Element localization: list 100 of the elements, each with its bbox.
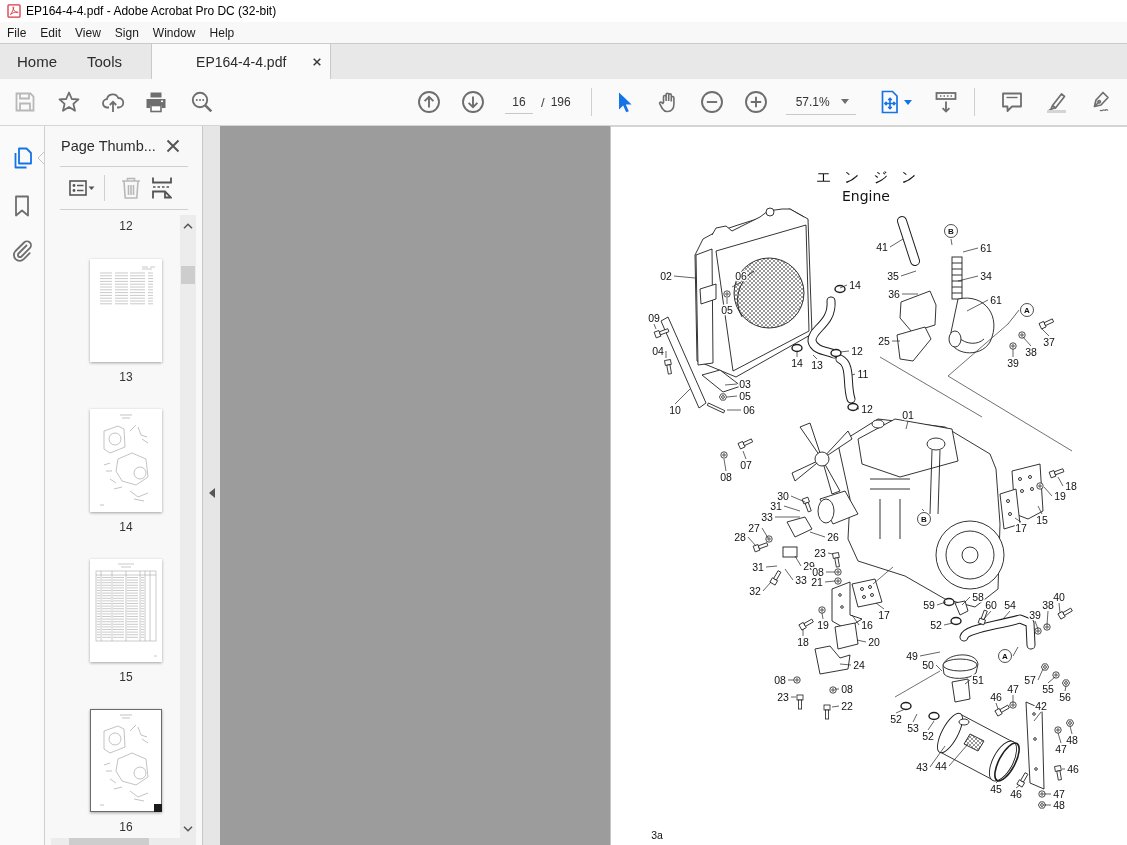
leader-line <box>1012 348 1014 358</box>
leader-line <box>831 705 840 708</box>
menu-item[interactable]: View <box>68 25 108 40</box>
scrollbar-thumb[interactable] <box>181 266 195 284</box>
part-number: 22 <box>841 700 853 712</box>
previous-page-icon[interactable] <box>417 90 441 114</box>
leader-line <box>790 495 806 503</box>
bolt <box>1016 772 1029 788</box>
page-number-field[interactable]: 16 <box>505 90 533 114</box>
leader-line <box>995 702 999 710</box>
leader-line <box>1002 610 1011 620</box>
leader-line <box>1057 732 1062 744</box>
hose-clamp <box>950 616 962 626</box>
alternator <box>817 490 859 525</box>
part-number: 55 <box>1042 683 1054 695</box>
print-icon[interactable] <box>144 90 168 114</box>
comment-icon[interactable] <box>999 90 1024 114</box>
close-icon[interactable] <box>313 57 322 66</box>
collapse-icon[interactable] <box>208 487 215 498</box>
part-number: 09 <box>648 312 660 324</box>
page-thumbnail[interactable] <box>90 559 162 662</box>
part-number: 47 <box>1007 683 1019 695</box>
leader-line <box>921 508 925 512</box>
part-number: 57 <box>1024 674 1036 686</box>
part-number: 49 <box>906 650 918 662</box>
zoom-out-icon[interactable] <box>699 90 724 114</box>
hose <box>951 678 971 703</box>
horizontal-scrollbar[interactable] <box>51 838 196 845</box>
part-number: 52 <box>890 713 902 725</box>
page-thumbnail[interactable] <box>90 259 162 362</box>
part-number: 18 <box>1065 480 1077 492</box>
part-number: 42 <box>1035 700 1047 712</box>
leader-line <box>724 383 738 386</box>
next-page-icon[interactable] <box>461 90 485 114</box>
part-number: 47 <box>1055 743 1067 755</box>
washer <box>720 451 728 459</box>
leader-line <box>891 340 901 342</box>
caret-icon[interactable] <box>840 99 849 104</box>
leader-line <box>1064 685 1067 692</box>
tab[interactable]: Home <box>2 44 72 79</box>
spacer <box>782 546 798 558</box>
page-insert-icon[interactable] <box>151 176 173 200</box>
hose-clamp <box>900 701 912 711</box>
part-number: 11 <box>857 368 869 380</box>
bolt <box>1057 607 1073 620</box>
menu-item[interactable]: Help <box>202 25 242 40</box>
reference-mark: B <box>917 512 931 526</box>
part-number: 18 <box>797 636 809 648</box>
zoom-in-icon[interactable] <box>743 90 768 114</box>
leader-line <box>825 571 836 573</box>
leader-line <box>856 639 867 643</box>
scrollbar-thumb[interactable] <box>69 838 149 845</box>
part-number: 08 <box>812 566 824 578</box>
leader-line <box>855 407 860 410</box>
part-number: 54 <box>1004 599 1016 611</box>
tab[interactable]: Tools <box>72 44 138 79</box>
washer <box>1054 726 1062 734</box>
part-number: 61 <box>990 294 1002 306</box>
leader-line <box>802 628 804 637</box>
leader-line <box>726 409 742 411</box>
part-number: 05 <box>739 390 751 402</box>
part-number: 06 <box>735 270 747 282</box>
page-number-label: 14 <box>118 519 134 535</box>
search-icon[interactable] <box>190 90 214 114</box>
caret-icon[interactable] <box>903 99 912 105</box>
cloud-upload-icon[interactable] <box>101 90 125 114</box>
menu-item[interactable]: Edit <box>33 25 69 40</box>
washer <box>1038 790 1046 798</box>
page-thumbnail[interactable] <box>90 409 162 512</box>
reference-mark: A <box>998 649 1012 663</box>
paperclip-icon[interactable] <box>11 240 33 262</box>
leader-line <box>905 420 909 430</box>
leader-line <box>1069 725 1073 735</box>
leader-line <box>957 275 979 282</box>
panel-title: Page Thumb... <box>61 138 156 154</box>
menu-item[interactable]: File <box>0 25 34 40</box>
bolt <box>769 570 782 586</box>
page-thumbnail[interactable] <box>90 709 162 812</box>
part-number: 52 <box>930 619 942 631</box>
document-tab[interactable]: EP164-4-4.pdf <box>151 44 332 79</box>
hose-clamp <box>943 597 955 607</box>
zoom-field[interactable]: 57.1% <box>785 89 856 115</box>
leader-line <box>895 708 906 714</box>
scroll-mode-icon[interactable] <box>933 90 958 114</box>
star-icon[interactable] <box>57 90 81 114</box>
part-number: 21 <box>811 576 823 588</box>
diagram-title: Engine <box>842 188 890 204</box>
part-number: 08 <box>774 674 786 686</box>
bolt <box>664 359 672 375</box>
caret-up-icon[interactable] <box>183 223 193 229</box>
menu-item[interactable]: Sign <box>107 25 146 40</box>
caret-down-icon[interactable] <box>183 826 193 832</box>
leader-line <box>653 323 657 330</box>
bolt <box>832 552 840 568</box>
leader-line <box>1061 768 1066 770</box>
menu-item[interactable]: Window <box>145 25 203 40</box>
vertical-scrollbar[interactable] <box>180 215 196 838</box>
close-icon[interactable] <box>166 139 180 153</box>
thumbnail-options-icon[interactable] <box>69 180 95 196</box>
leader-line <box>673 275 696 279</box>
